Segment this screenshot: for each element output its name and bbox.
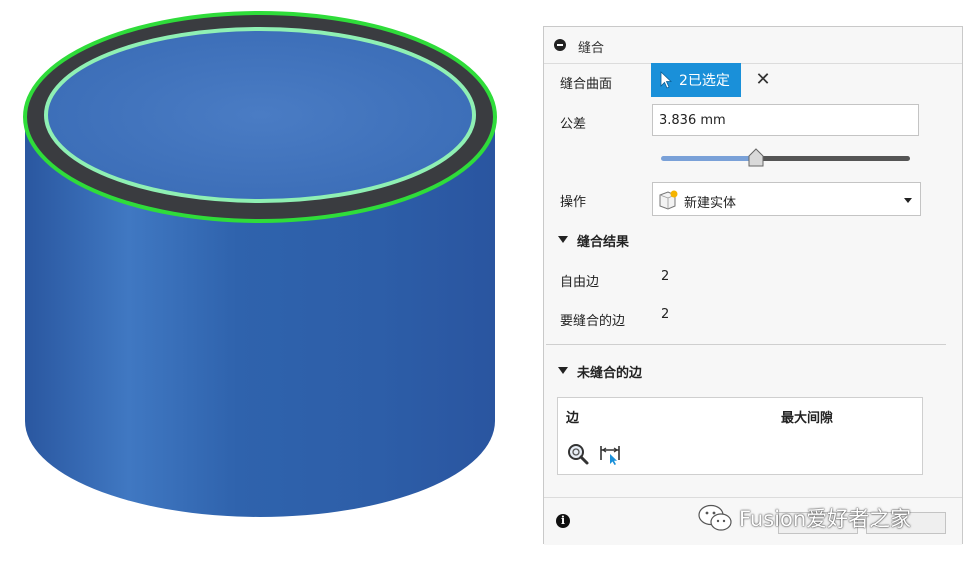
slider-track-fill [661, 156, 756, 161]
clear-selection-icon[interactable]: ✕ [754, 71, 772, 89]
edges-to-stitch-label: 要缝合的边 [560, 314, 626, 329]
operation-dropdown[interactable]: 新建实体 [652, 182, 921, 216]
operation-value: 新建实体 [684, 196, 737, 211]
stitch-panel: 缝合 缝合曲面 2已选定 ✕ 公差 操作 新建实体 缝合结果 自由边 2 要缝合… [543, 26, 963, 545]
panel-header: 缝合 [544, 27, 962, 64]
wechat-icon [698, 504, 732, 531]
free-edges-value: 2 [661, 269, 670, 284]
watermark: Fusion爱好者之家 [697, 500, 957, 536]
free-edges-label: 自由边 [560, 275, 600, 290]
edges-to-stitch-value: 2 [661, 307, 670, 322]
tolerance-slider[interactable] [661, 148, 910, 168]
stitch-surfaces-label: 缝合曲面 [560, 77, 613, 92]
slider-thumb[interactable] [746, 148, 766, 168]
cylinder-inner-edge[interactable] [44, 27, 476, 203]
selection-count: 2已选定 [679, 73, 730, 89]
results-section-title: 缝合结果 [577, 235, 630, 250]
results-collapse-icon[interactable] [558, 236, 568, 243]
watermark-text: Fusion爱好者之家 [739, 507, 912, 531]
section-divider [546, 344, 946, 345]
col-head-max-gap: 最大间隙 [781, 411, 834, 426]
tolerance-input[interactable] [652, 104, 919, 136]
stitch-surfaces-select-button[interactable]: 2已选定 [651, 63, 741, 97]
tolerance-label: 公差 [560, 117, 587, 132]
col-head-edge: 边 [566, 411, 580, 426]
info-icon[interactable]: i [556, 514, 570, 528]
unstitched-collapse-icon[interactable] [558, 367, 568, 374]
cylinder-model[interactable] [23, 11, 497, 517]
unstitched-edges-table: 边 最大间隙 [557, 397, 923, 475]
new-body-icon [659, 190, 678, 210]
model-viewport[interactable] [0, 0, 530, 561]
cursor-arrow-icon [660, 71, 673, 89]
chevron-down-icon [904, 198, 912, 203]
zoom-magnifier-icon[interactable] [566, 442, 590, 466]
slider-track [756, 156, 910, 161]
panel-title: 缝合 [578, 41, 605, 56]
operation-label: 操作 [560, 195, 587, 210]
gap-measure-icon[interactable] [598, 442, 622, 466]
unstitched-section-title: 未缝合的边 [577, 366, 643, 381]
collapse-icon[interactable] [554, 39, 566, 51]
